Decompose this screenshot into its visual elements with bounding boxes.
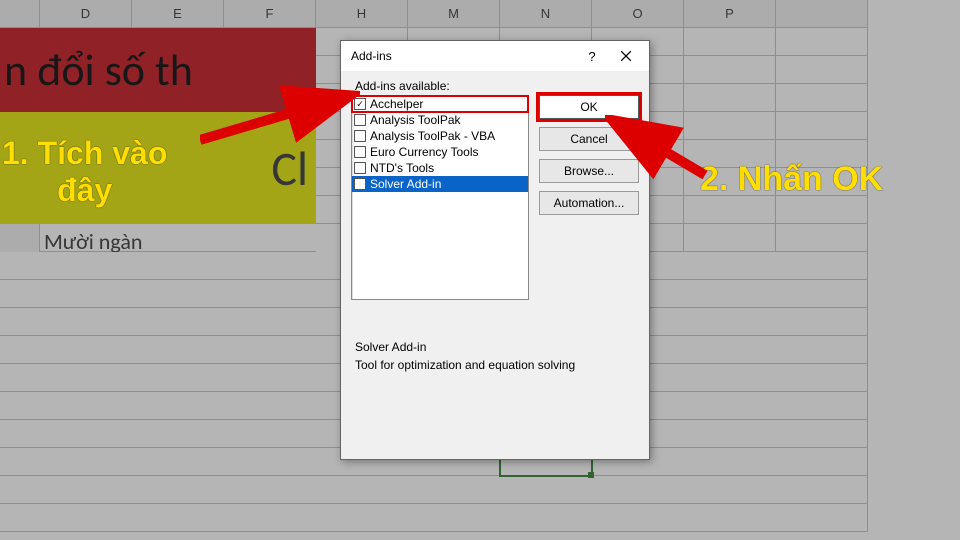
available-label: Add-ins available: [355,79,639,93]
checkbox-icon[interactable]: ✓ [354,98,366,110]
addin-label: NTD's Tools [370,160,434,176]
desc-text: Tool for optimization and equation solvi… [355,358,639,372]
addins-listbox[interactable]: ✓ Acchelper Analysis ToolPak Analysis To… [351,95,529,300]
addin-item-euro[interactable]: Euro Currency Tools [352,144,528,160]
addin-label: Acchelper [370,96,423,112]
cancel-button[interactable]: Cancel [539,127,639,151]
close-button[interactable] [609,43,643,69]
checkbox-icon[interactable] [354,178,366,190]
checkbox-icon[interactable] [354,114,366,126]
addin-label: Euro Currency Tools [370,144,479,160]
ok-button[interactable]: OK [539,95,639,119]
addin-item-analysis-vba[interactable]: Analysis ToolPak - VBA [352,128,528,144]
checkbox-icon[interactable] [354,162,366,174]
addin-item-ntd[interactable]: NTD's Tools [352,160,528,176]
addin-label: Solver Add-in [370,176,441,192]
addin-label: Analysis ToolPak - VBA [370,128,495,144]
annotation-step1: 1. Tích vào đây [2,135,167,209]
addins-dialog: Add-ins ? Add-ins available: ✓ Acchelper… [340,40,650,460]
automation-button[interactable]: Automation... [539,191,639,215]
browse-button[interactable]: Browse... [539,159,639,183]
dialog-title: Add-ins [351,49,575,63]
close-icon [621,51,631,61]
checkbox-icon[interactable] [354,130,366,142]
help-button[interactable]: ? [575,43,609,69]
titlebar[interactable]: Add-ins ? [341,41,649,71]
desc-title: Solver Add-in [355,340,639,354]
addin-item-acchelper[interactable]: ✓ Acchelper [352,96,528,112]
addin-label: Analysis ToolPak [370,112,461,128]
addin-item-solver[interactable]: Solver Add-in [352,176,528,192]
addin-item-analysis[interactable]: Analysis ToolPak [352,112,528,128]
annotation-step2: 2. Nhấn OK [700,160,883,199]
checkbox-icon[interactable] [354,146,366,158]
